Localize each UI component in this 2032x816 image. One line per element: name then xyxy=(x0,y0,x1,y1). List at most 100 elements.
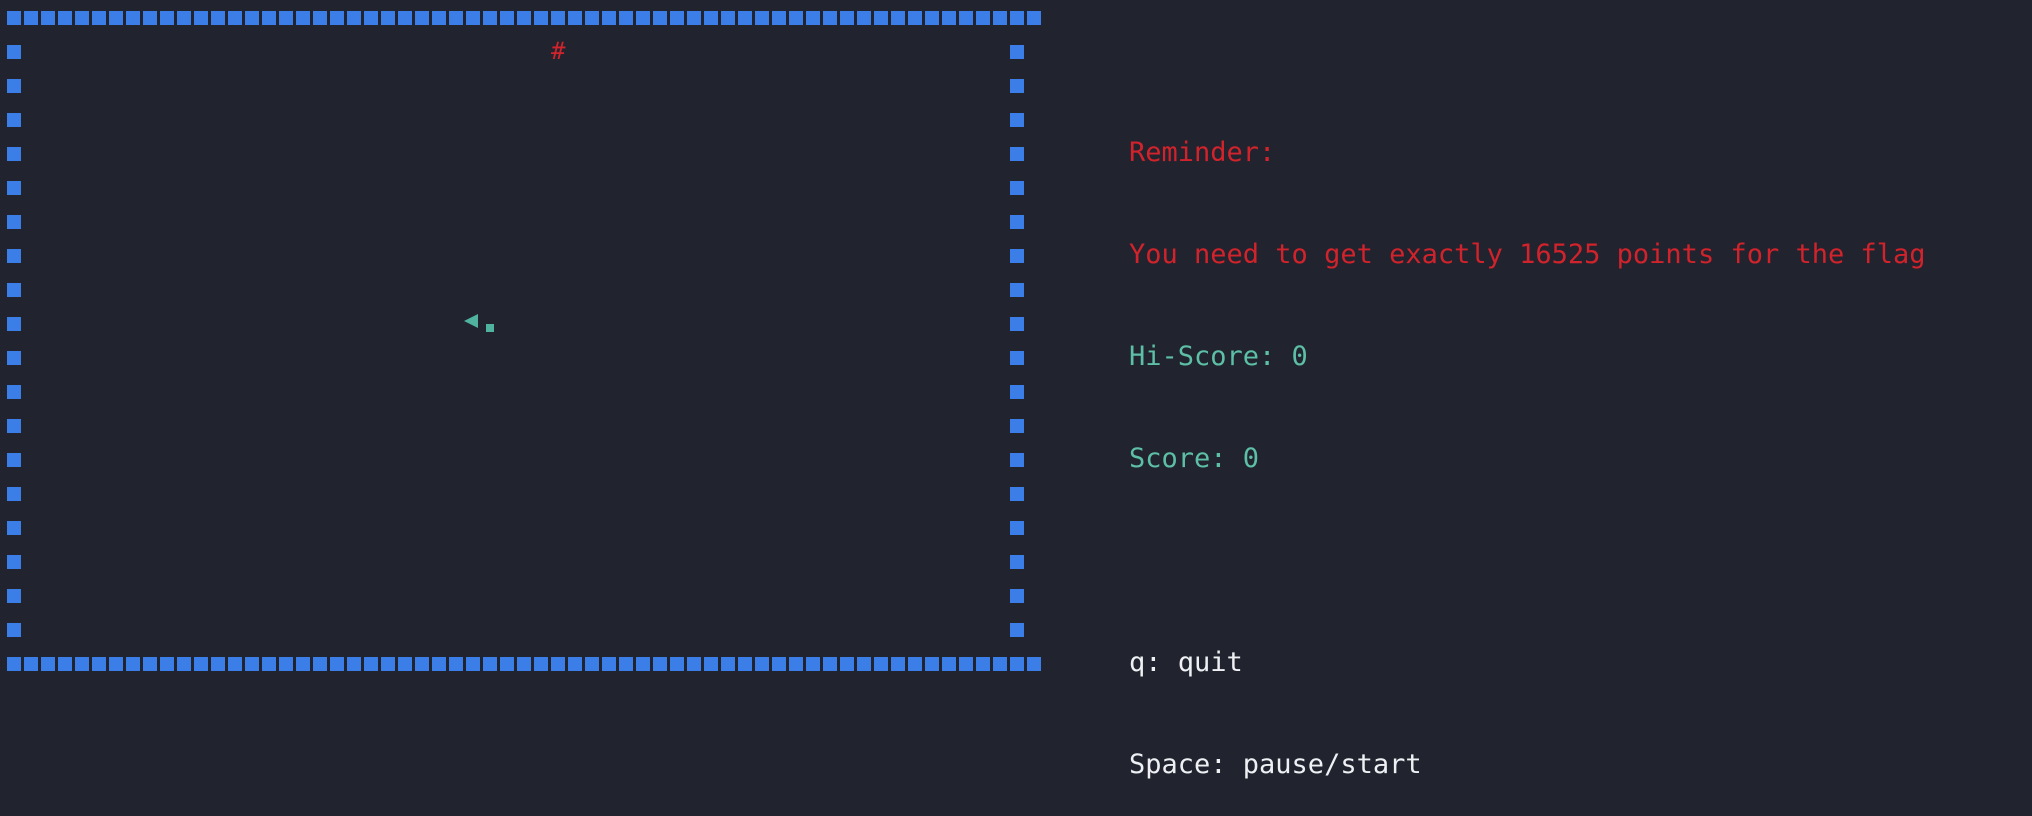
wall-block xyxy=(1027,657,1041,671)
wall-block xyxy=(1010,45,1024,59)
wall-block xyxy=(24,11,38,25)
wall-block xyxy=(432,11,446,25)
wall-block xyxy=(160,11,174,25)
wall-block xyxy=(7,555,21,569)
wall-block xyxy=(177,11,191,25)
wall-block xyxy=(24,657,38,671)
wall-block xyxy=(976,11,990,25)
wall-block xyxy=(483,657,497,671)
wall-block xyxy=(534,11,548,25)
wall-block xyxy=(1010,249,1024,263)
wall-block xyxy=(7,249,21,263)
pause-hint: Space: pause/start xyxy=(1129,749,1422,780)
wall-block xyxy=(7,657,21,671)
wall-block xyxy=(1010,113,1024,127)
wall-block xyxy=(568,11,582,25)
info-panel: Reminder: You need to get exactly 16525 … xyxy=(1129,68,1926,816)
wall-block xyxy=(126,657,140,671)
wall-block xyxy=(721,657,735,671)
wall-block xyxy=(670,11,684,25)
wall-block xyxy=(976,657,990,671)
snake-head xyxy=(464,314,478,328)
wall-block xyxy=(7,385,21,399)
wall-block xyxy=(925,11,939,25)
wall-block xyxy=(143,11,157,25)
wall-block xyxy=(568,657,582,671)
wall-block xyxy=(7,419,21,433)
wall-block xyxy=(41,657,55,671)
wall-block xyxy=(1010,385,1024,399)
wall-block xyxy=(738,11,752,25)
wall-block xyxy=(891,657,905,671)
wall-block xyxy=(483,11,497,25)
wall-block xyxy=(1010,419,1024,433)
wall-block xyxy=(381,657,395,671)
wall-block xyxy=(1010,351,1024,365)
wall-block xyxy=(398,11,412,25)
wall-block xyxy=(466,657,480,671)
wall-block xyxy=(517,657,531,671)
wall-block xyxy=(1010,555,1024,569)
wall-block xyxy=(551,11,565,25)
wall-block xyxy=(755,657,769,671)
wall-block xyxy=(585,657,599,671)
wall-block xyxy=(1010,11,1024,25)
wall-block xyxy=(1027,11,1041,25)
wall-block xyxy=(857,657,871,671)
wall-block xyxy=(857,11,871,25)
wall-block xyxy=(7,11,21,25)
wall-block xyxy=(449,11,463,25)
wall-block xyxy=(1010,589,1024,603)
wall-block xyxy=(75,11,89,25)
wall-block xyxy=(7,215,21,229)
wall-block xyxy=(602,11,616,25)
wall-block xyxy=(1010,453,1024,467)
reminder-title: Reminder: xyxy=(1129,137,1276,168)
wall-block xyxy=(262,11,276,25)
wall-block xyxy=(772,11,786,25)
wall-block xyxy=(704,11,718,25)
wall-block xyxy=(279,657,293,671)
wall-block xyxy=(619,657,633,671)
wall-block xyxy=(398,657,412,671)
wall-block xyxy=(296,657,310,671)
wall-block xyxy=(364,657,378,671)
wall-block xyxy=(1010,181,1024,195)
wall-block xyxy=(228,657,242,671)
wall-block xyxy=(1010,657,1024,671)
wall-block xyxy=(7,317,21,331)
wall-block xyxy=(755,11,769,25)
wall-block xyxy=(7,283,21,297)
wall-block xyxy=(653,657,667,671)
wall-block xyxy=(840,11,854,25)
wall-block xyxy=(449,657,463,671)
wall-block xyxy=(1010,79,1024,93)
wall-block xyxy=(245,657,259,671)
wall-block xyxy=(534,657,548,671)
wall-block xyxy=(415,11,429,25)
wall-block xyxy=(891,11,905,25)
wall-block xyxy=(347,657,361,671)
wall-block xyxy=(7,181,21,195)
wall-block xyxy=(789,657,803,671)
wall-block xyxy=(551,657,565,671)
wall-block xyxy=(636,11,650,25)
wall-block xyxy=(1010,283,1024,297)
wall-block xyxy=(704,657,718,671)
wall-block xyxy=(772,657,786,671)
snake-body-segment xyxy=(486,324,494,332)
wall-block xyxy=(92,657,106,671)
wall-block xyxy=(330,11,344,25)
wall-block xyxy=(7,453,21,467)
wall-block xyxy=(58,11,72,25)
wall-block xyxy=(908,657,922,671)
wall-block xyxy=(58,657,72,671)
wall-block xyxy=(721,11,735,25)
wall-block xyxy=(347,11,361,25)
wall-block xyxy=(806,11,820,25)
quit-hint: q: quit xyxy=(1129,647,1243,678)
wall-block xyxy=(874,11,888,25)
wall-block xyxy=(313,657,327,671)
wall-block xyxy=(1010,147,1024,161)
